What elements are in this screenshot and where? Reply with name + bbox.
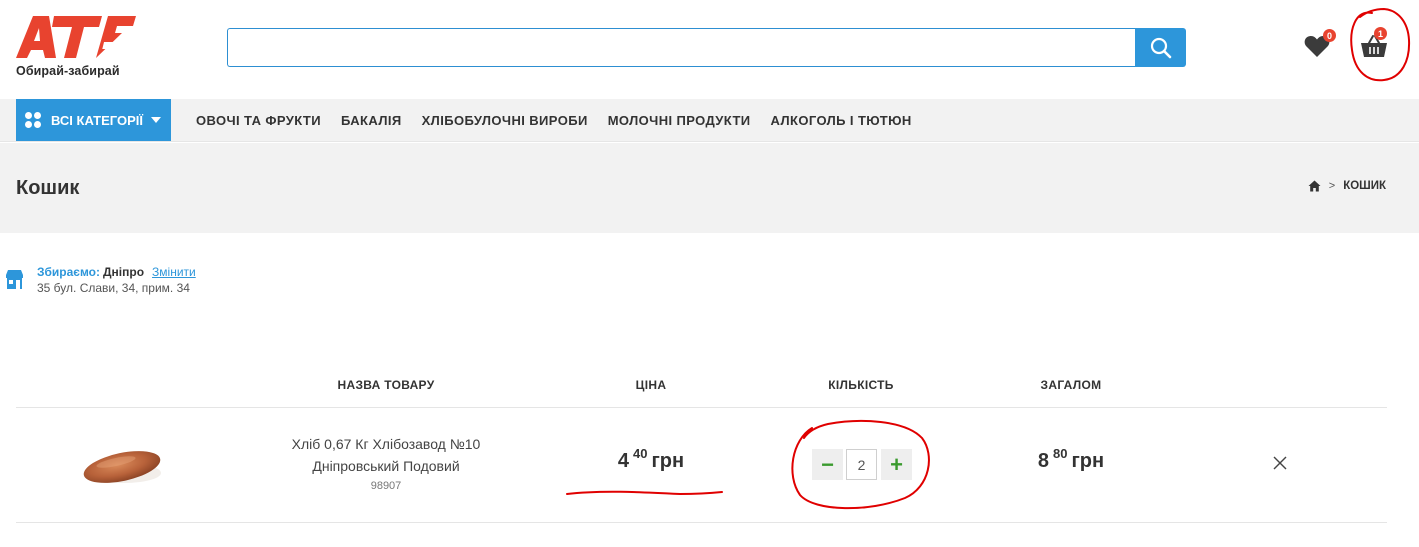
search-bar <box>227 28 1186 67</box>
bread-image <box>83 451 161 483</box>
product-name-line-2: Дніпровський Подовий <box>312 458 460 474</box>
nav-link-dairy[interactable]: МОЛОЧНІ ПРОДУКТИ <box>608 113 751 128</box>
column-header-price: ЦІНА <box>635 378 667 392</box>
all-categories-button[interactable]: ВСІ КАТЕГОРІЇ <box>16 99 171 141</box>
nav-link-alcohol-tobacco[interactable]: АЛКОГОЛЬ І ТЮТЮН <box>771 113 912 128</box>
home-icon[interactable] <box>1308 180 1321 192</box>
product-image[interactable] <box>80 425 164 509</box>
cart-count-badge: 1 <box>1374 27 1387 40</box>
unit-price-currency: грн <box>651 450 685 472</box>
annotation-underline-price <box>566 490 723 496</box>
cart-button[interactable]: 1 <box>1358 27 1392 58</box>
product-name[interactable]: Хліб 0,67 Кг Хлібозавод №10 Дніпровський… <box>266 433 506 477</box>
unit-price-int: 4 <box>617 450 629 472</box>
site-header: Обирай-забирай 0 1 <box>0 0 1419 99</box>
breadcrumb-separator: > <box>1328 180 1336 192</box>
product-name-line-1: Хліб 0,67 Кг Хлібозавод №10 <box>291 436 481 452</box>
pickup-address: 35 бул. Слави, 34, прим. 34 <box>37 281 190 295</box>
breadcrumb: > КОШИК <box>1308 180 1386 192</box>
nav-link-vegetables-fruits[interactable]: ОВОЧІ ТА ФРУКТИ <box>196 113 321 128</box>
pickup-label: Збираємо: <box>37 265 100 279</box>
pickup-city: Дніпро <box>102 265 145 279</box>
decrease-quantity-button[interactable]: − <box>812 449 843 480</box>
main-nav: ВСІ КАТЕГОРІЇ ОВОЧІ ТА ФРУКТИ БАКАЛІЯ ХЛ… <box>0 99 1419 142</box>
chevron-down-icon <box>150 117 161 123</box>
logo-tagline: Обирай-забирай <box>16 64 120 78</box>
product-code: 98907 <box>370 480 402 492</box>
quantity-input[interactable] <box>846 449 877 480</box>
all-categories-label: ВСІ КАТЕГОРІЇ <box>51 112 143 128</box>
page-title: Кошик <box>16 177 80 199</box>
pickup-info: Збираємо: Дніпро Змінити 35 бул. Слави, 34… <box>6 265 406 305</box>
pickup-line: Збираємо: Дніпро Змінити <box>37 265 196 279</box>
increase-quantity-button[interactable]: + <box>881 449 912 480</box>
line-total: 8 80 грн <box>971 447 1171 473</box>
line-total-currency: грн <box>1071 450 1105 472</box>
nav-link-grocery[interactable]: БАКАЛІЯ <box>341 113 402 128</box>
atb-logo-mark <box>16 16 136 58</box>
line-total-int: 8 <box>1037 450 1049 472</box>
unit-price-frac: 40 <box>633 446 648 462</box>
nav-links: ОВОЧІ ТА ФРУКТИ БАКАЛІЯ ХЛІБОБУЛОЧНІ ВИР… <box>186 99 922 141</box>
table-divider <box>16 407 1387 408</box>
wishlist-count-badge: 0 <box>1323 29 1336 42</box>
store-icon <box>6 270 23 289</box>
nav-link-bakery[interactable]: ХЛІБОБУЛОЧНІ ВИРОБИ <box>422 113 588 128</box>
breadcrumb-current: КОШИК <box>1343 180 1386 192</box>
atb-logo[interactable]: Обирай-забирай <box>16 14 141 80</box>
wishlist-button[interactable]: 0 <box>1304 29 1336 58</box>
table-divider-bottom <box>16 522 1387 523</box>
change-store-link[interactable]: Змінити <box>152 265 196 279</box>
remove-item-icon[interactable] <box>1271 454 1289 472</box>
page-title-bar: Кошик > КОШИК <box>0 143 1419 233</box>
unit-price: 4 40 грн <box>551 447 751 473</box>
search-input[interactable] <box>227 28 1137 67</box>
search-button[interactable] <box>1135 28 1186 67</box>
column-header-quantity: КІЛЬКІСТЬ <box>828 378 894 392</box>
column-header-name: НАЗВА ТОВАРУ <box>337 378 435 392</box>
search-icon <box>1150 37 1171 58</box>
column-header-total: ЗАГАЛОМ <box>1040 378 1102 392</box>
categories-icon <box>25 112 41 128</box>
line-total-frac: 80 <box>1053 446 1068 462</box>
quantity-stepper: − + <box>812 449 912 480</box>
